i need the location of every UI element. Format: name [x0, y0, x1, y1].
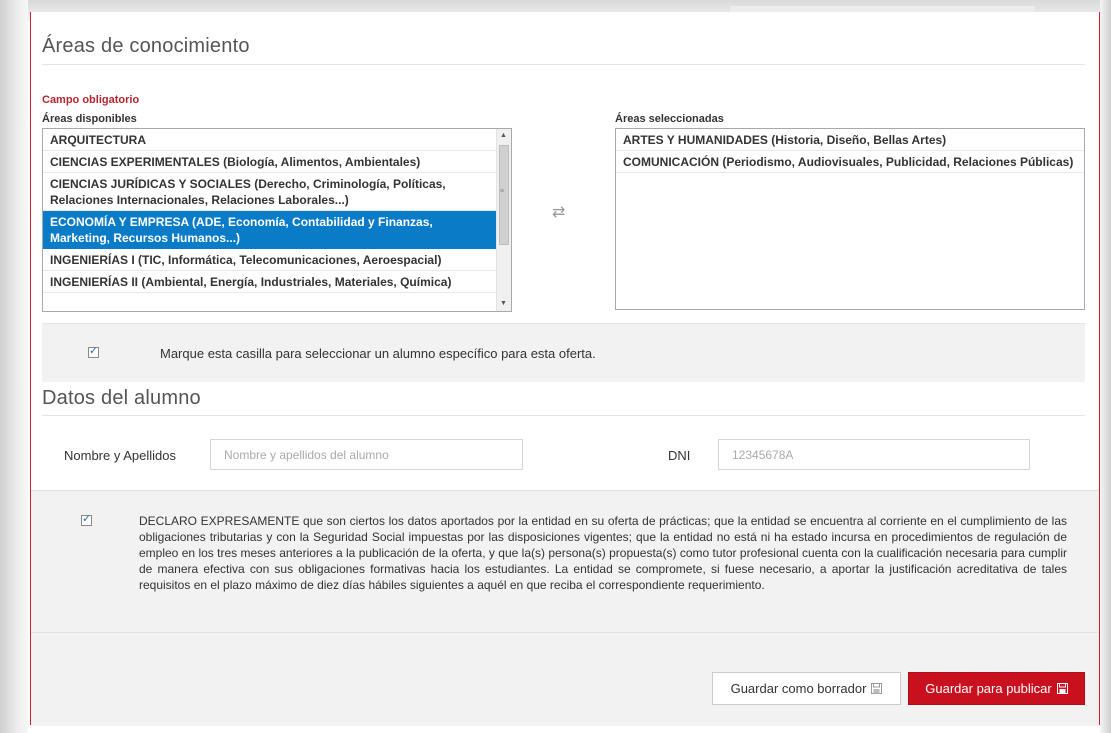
declaration-text: DECLARO EXPRESAMENTE que son ciertos los…	[139, 514, 1067, 592]
specific-student-label: Marque esta casilla para seleccionar un …	[160, 346, 596, 361]
specific-student-checkbox[interactable]: ✓	[88, 345, 99, 358]
checkmark-icon: ✓	[82, 513, 92, 525]
selected-area-option[interactable]: ARTES Y HUMANIDADES (Historia, Diseño, B…	[616, 129, 1084, 151]
selected-area-option[interactable]: COMUNICACIÓN (Periodismo, Audiovisuales,…	[616, 151, 1084, 173]
areas-section-title: Áreas de conocimiento	[42, 35, 250, 57]
areas-title-rule	[42, 64, 1085, 65]
swap-arrows-icon[interactable]: ⇄	[552, 202, 565, 222]
student-title-rule	[42, 415, 1085, 416]
available-areas-caption: Áreas disponibles	[42, 113, 137, 125]
available-area-option[interactable]: CIENCIAS EXPERIMENTALES (Biología, Alime…	[43, 151, 496, 173]
save-publish-button[interactable]: Guardar para publicar	[908, 672, 1085, 705]
dni-input[interactable]	[718, 439, 1030, 470]
available-area-option[interactable]: ARQUITECTURA	[43, 129, 496, 151]
declaration-band: ✓ DECLARO EXPRESAMENTE que son ciertos l…	[31, 490, 1099, 726]
selected-areas-options: ARTES Y HUMANIDADES (Historia, Diseño, B…	[616, 129, 1084, 173]
declaration-divider	[31, 632, 1099, 633]
scroll-thumb[interactable]	[499, 145, 509, 245]
available-area-option[interactable]: INGENIERÍAS II (Ambiental, Energía, Indu…	[43, 271, 496, 293]
available-area-option[interactable]: CIENCIAS JURÍDICAS Y SOCIALES (Derecho, …	[43, 173, 496, 211]
available-areas-scrollbar[interactable]: ▲ ≡ ▼	[496, 129, 511, 311]
scroll-down-arrow-icon[interactable]: ▼	[500, 300, 507, 308]
selected-areas-caption: Áreas seleccionadas	[615, 113, 724, 125]
scroll-up-arrow-icon[interactable]: ▲	[500, 132, 507, 140]
save-publish-label: Guardar para publicar	[925, 681, 1052, 696]
available-areas-options: ARQUITECTURA CIENCIAS EXPERIMENTALES (Bio…	[43, 129, 511, 293]
save-draft-button[interactable]: Guardar como borrador	[712, 672, 901, 705]
selected-areas-listbox[interactable]: ARTES Y HUMANIDADES (Historia, Diseño, B…	[615, 128, 1085, 310]
declaration-checkbox[interactable]: ✓	[81, 513, 92, 526]
available-area-option[interactable]: ECONOMÍA Y EMPRESA (ADE, Economía, Conta…	[43, 211, 496, 249]
specific-student-band: ✓ Marque esta casilla para seleccionar u…	[42, 323, 1085, 382]
available-area-option[interactable]: INGENIERÍAS I (TIC, Informática, Telecom…	[43, 249, 496, 271]
floppy-disk-icon	[1056, 683, 1068, 694]
save-draft-label: Guardar como borrador	[730, 681, 867, 696]
student-name-label: Nombre y Apellidos	[64, 448, 176, 463]
floppy-disk-icon	[871, 683, 883, 694]
student-section-title: Datos del alumno	[42, 387, 201, 409]
dni-label: DNI	[668, 448, 691, 463]
available-areas-listbox[interactable]: ARQUITECTURA CIENCIAS EXPERIMENTALES (Bio…	[42, 128, 512, 312]
checkmark-icon: ✓	[89, 345, 99, 357]
scroll-grip-icon: ≡	[500, 188, 505, 195]
offer-form-panel: Áreas de conocimiento Campo obligatorio …	[30, 12, 1100, 726]
window-left-shadow	[0, 0, 28, 733]
student-name-input[interactable]	[210, 439, 523, 470]
window-right-shadow	[1100, 0, 1111, 733]
required-field-label: Campo obligatorio	[42, 94, 140, 106]
